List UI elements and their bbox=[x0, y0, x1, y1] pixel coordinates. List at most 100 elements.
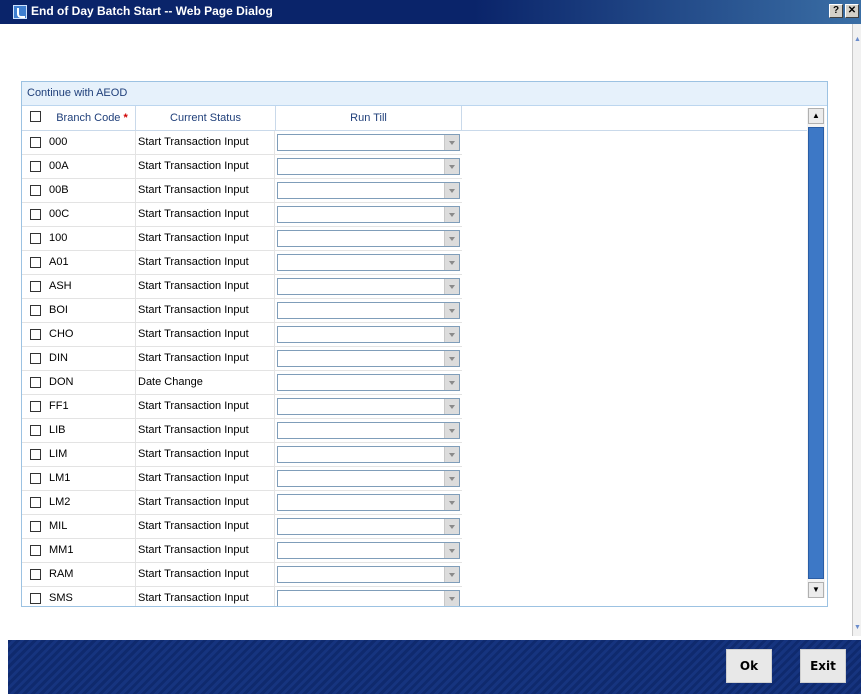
run-till-select[interactable] bbox=[277, 470, 460, 487]
run-till-select[interactable] bbox=[277, 566, 460, 583]
row-checkbox[interactable] bbox=[30, 473, 41, 484]
select-all-checkbox[interactable] bbox=[30, 111, 41, 122]
row-checkbox[interactable] bbox=[30, 569, 41, 580]
exit-button[interactable]: Exit bbox=[800, 649, 846, 683]
row-checkbox[interactable] bbox=[30, 185, 41, 196]
chevron-down-icon[interactable] bbox=[444, 567, 459, 582]
branch-code-cell: CHO bbox=[49, 323, 136, 346]
run-till-select[interactable] bbox=[277, 302, 460, 319]
ok-button[interactable]: Ok bbox=[726, 649, 772, 683]
chevron-down-icon[interactable] bbox=[444, 591, 459, 606]
table-row: A01 Start Transaction Input bbox=[22, 251, 462, 275]
row-checkbox[interactable] bbox=[30, 305, 41, 316]
table-row: 100 Start Transaction Input bbox=[22, 227, 462, 251]
row-checkbox[interactable] bbox=[30, 425, 41, 436]
chevron-down-icon[interactable] bbox=[444, 135, 459, 150]
ie-icon bbox=[13, 5, 27, 19]
chevron-down-icon[interactable] bbox=[444, 495, 459, 510]
table-row: ASH Start Transaction Input bbox=[22, 275, 462, 299]
chevron-down-icon[interactable] bbox=[444, 255, 459, 270]
branch-code-cell: LIM bbox=[49, 443, 136, 466]
row-checkbox[interactable] bbox=[30, 257, 41, 268]
dialog-scrollbar[interactable]: ▲ ▼ bbox=[852, 24, 861, 636]
table-row: 00B Start Transaction Input bbox=[22, 179, 462, 203]
row-checkbox[interactable] bbox=[30, 353, 41, 364]
column-run-till: Run Till bbox=[276, 106, 462, 130]
chevron-down-icon[interactable] bbox=[444, 399, 459, 414]
current-status-cell: Start Transaction Input bbox=[136, 251, 275, 274]
run-till-select[interactable] bbox=[277, 158, 460, 175]
run-till-select[interactable] bbox=[277, 446, 460, 463]
row-checkbox[interactable] bbox=[30, 137, 41, 148]
run-till-select[interactable] bbox=[277, 206, 460, 223]
chevron-down-icon[interactable] bbox=[444, 231, 459, 246]
row-checkbox[interactable] bbox=[30, 329, 41, 340]
chevron-down-icon[interactable] bbox=[444, 183, 459, 198]
table-row: MM1 Start Transaction Input bbox=[22, 539, 462, 563]
scroll-down-icon[interactable]: ▼ bbox=[854, 624, 861, 631]
branch-code-cell: MIL bbox=[49, 515, 136, 538]
chevron-down-icon[interactable] bbox=[444, 327, 459, 342]
row-checkbox[interactable] bbox=[30, 209, 41, 220]
window-titlebar: End of Day Batch Start -- Web Page Dialo… bbox=[0, 0, 861, 24]
chevron-down-icon[interactable] bbox=[444, 351, 459, 366]
chevron-down-icon[interactable] bbox=[444, 447, 459, 462]
table-row: FF1 Start Transaction Input bbox=[22, 395, 462, 419]
chevron-down-icon[interactable] bbox=[444, 207, 459, 222]
branch-code-cell: RAM bbox=[49, 563, 136, 586]
row-checkbox[interactable] bbox=[30, 593, 41, 604]
table-row: RAM Start Transaction Input bbox=[22, 563, 462, 587]
grid-rows: 000 Start Transaction Input 00A Start Trans… bbox=[22, 131, 462, 606]
branch-grid: Branch Code * Current Status Run Till 00… bbox=[22, 106, 827, 606]
grid-header: Branch Code * Current Status Run Till bbox=[22, 106, 807, 131]
run-till-select[interactable] bbox=[277, 398, 460, 415]
branch-code-cell: MM1 bbox=[49, 539, 136, 562]
branch-code-cell: LIB bbox=[49, 419, 136, 442]
row-checkbox[interactable] bbox=[30, 545, 41, 556]
run-till-select[interactable] bbox=[277, 134, 460, 151]
table-row: 00C Start Transaction Input bbox=[22, 203, 462, 227]
run-till-select[interactable] bbox=[277, 422, 460, 439]
chevron-down-icon[interactable] bbox=[444, 471, 459, 486]
chevron-down-icon[interactable] bbox=[444, 159, 459, 174]
grid-scroll-thumb[interactable] bbox=[808, 127, 824, 579]
branch-code-cell: 00B bbox=[49, 179, 136, 202]
close-button[interactable]: ✕ bbox=[845, 4, 859, 18]
current-status-cell: Start Transaction Input bbox=[136, 131, 275, 154]
run-till-select[interactable] bbox=[277, 590, 460, 606]
current-status-cell: Start Transaction Input bbox=[136, 563, 275, 586]
run-till-select[interactable] bbox=[277, 182, 460, 199]
table-row: LM1 Start Transaction Input bbox=[22, 467, 462, 491]
chevron-down-icon[interactable] bbox=[444, 423, 459, 438]
row-checkbox[interactable] bbox=[30, 281, 41, 292]
chevron-down-icon[interactable] bbox=[444, 543, 459, 558]
grid-scrollbar[interactable]: ▲ ▼ bbox=[807, 108, 825, 598]
run-till-select[interactable] bbox=[277, 518, 460, 535]
run-till-select[interactable] bbox=[277, 494, 460, 511]
chevron-down-icon[interactable] bbox=[444, 303, 459, 318]
current-status-cell: Start Transaction Input bbox=[136, 275, 275, 298]
branch-code-cell: 00A bbox=[49, 155, 136, 178]
run-till-select[interactable] bbox=[277, 326, 460, 343]
row-checkbox[interactable] bbox=[30, 401, 41, 412]
run-till-select[interactable] bbox=[277, 374, 460, 391]
run-till-select[interactable] bbox=[277, 278, 460, 295]
chevron-down-icon[interactable] bbox=[444, 375, 459, 390]
grid-scroll-up-icon[interactable]: ▲ bbox=[808, 108, 824, 124]
chevron-down-icon[interactable] bbox=[444, 279, 459, 294]
run-till-select[interactable] bbox=[277, 254, 460, 271]
run-till-select[interactable] bbox=[277, 350, 460, 367]
row-checkbox[interactable] bbox=[30, 497, 41, 508]
run-till-select[interactable] bbox=[277, 542, 460, 559]
help-button[interactable]: ? bbox=[829, 4, 843, 18]
row-checkbox[interactable] bbox=[30, 233, 41, 244]
current-status-cell: Start Transaction Input bbox=[136, 419, 275, 442]
row-checkbox[interactable] bbox=[30, 377, 41, 388]
row-checkbox[interactable] bbox=[30, 161, 41, 172]
chevron-down-icon[interactable] bbox=[444, 519, 459, 534]
grid-scroll-down-icon[interactable]: ▼ bbox=[808, 582, 824, 598]
row-checkbox[interactable] bbox=[30, 449, 41, 460]
row-checkbox[interactable] bbox=[30, 521, 41, 532]
scroll-up-icon[interactable]: ▲ bbox=[854, 36, 861, 43]
run-till-select[interactable] bbox=[277, 230, 460, 247]
